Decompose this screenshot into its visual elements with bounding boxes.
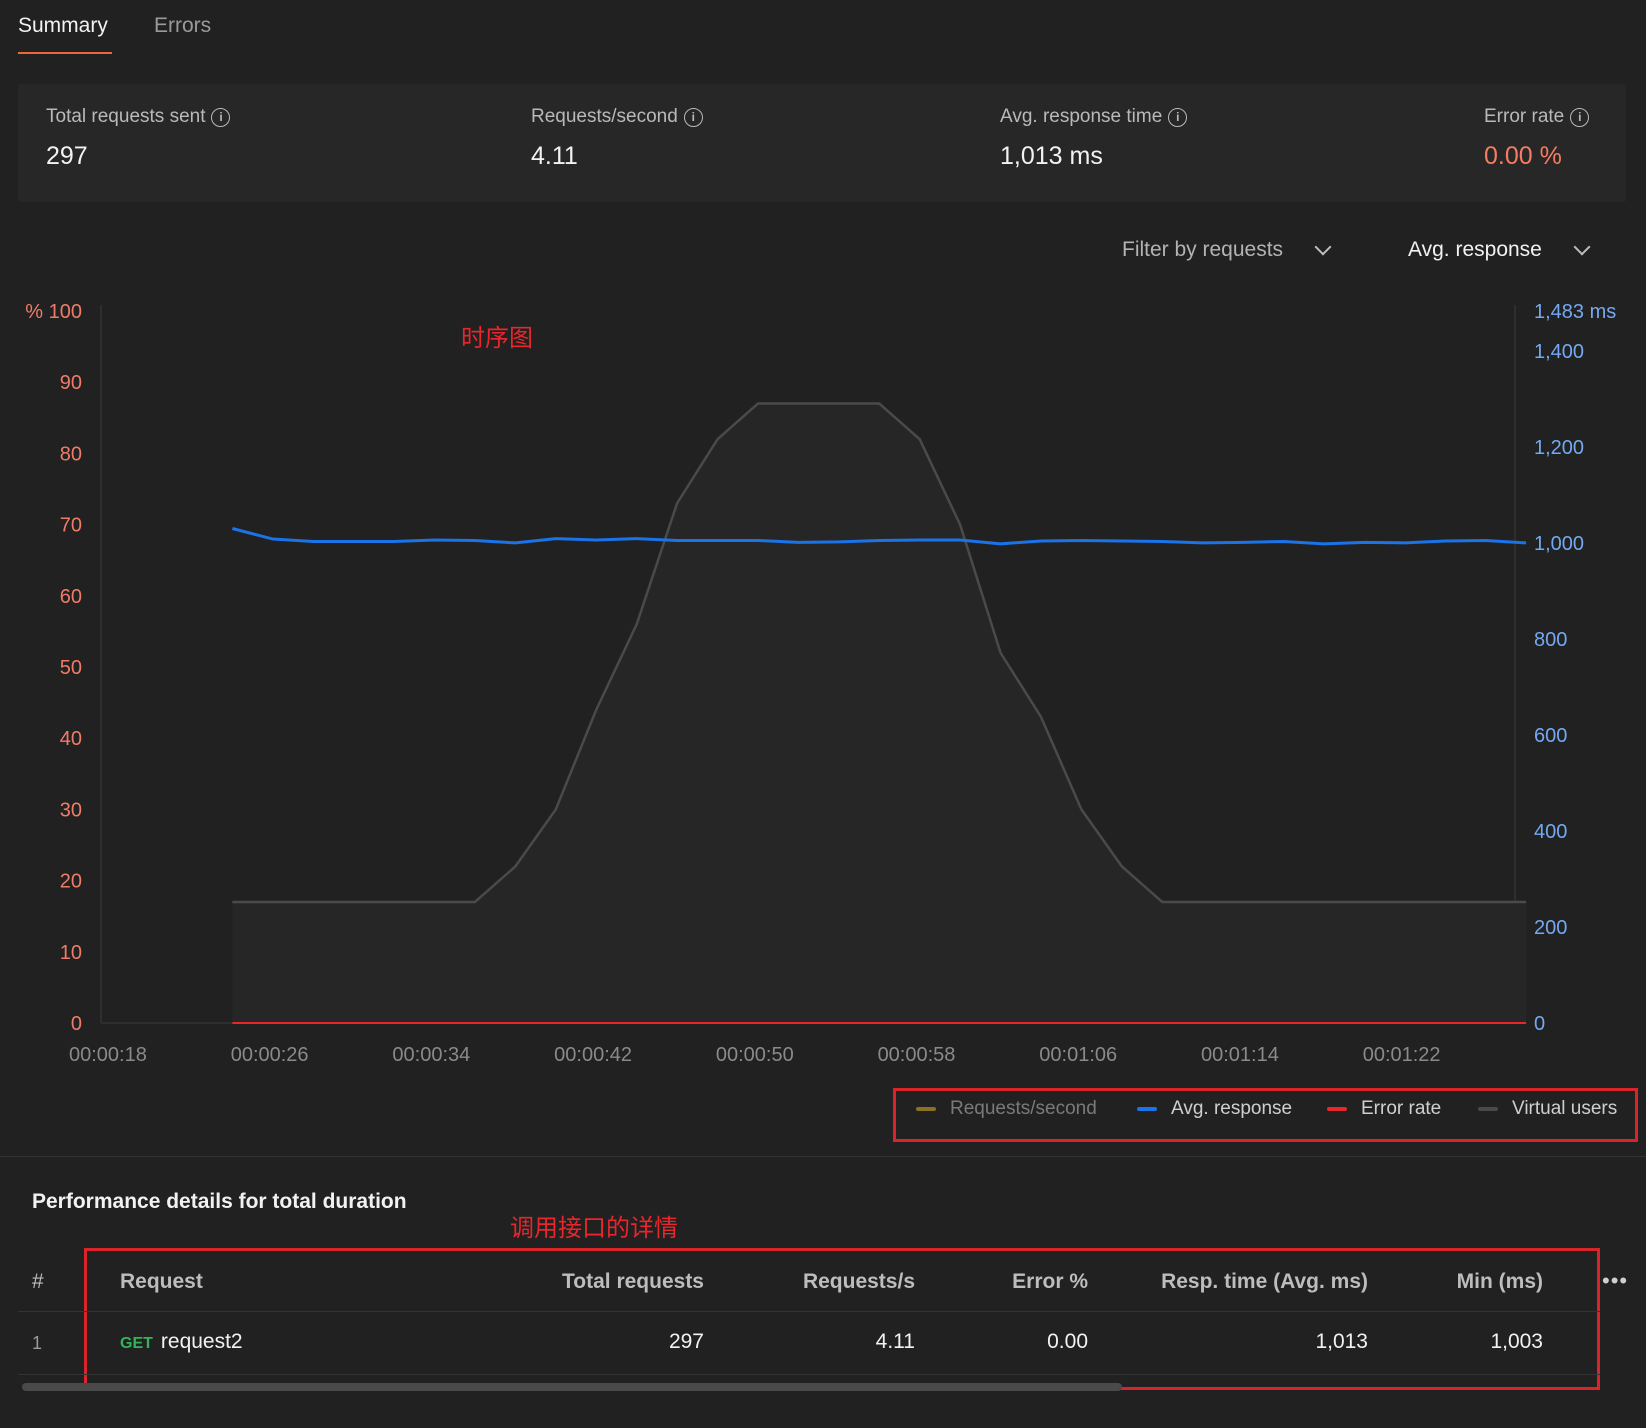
metric-avg-response-time: Avg. response time i 1,013 ms: [1000, 106, 1188, 171]
left-axis-tick-label: 0: [71, 1013, 82, 1035]
tab-summary[interactable]: Summary: [18, 14, 108, 38]
metric-value: 0.00 %: [1484, 142, 1562, 170]
left-axis-tick-label: 90: [60, 372, 82, 394]
cell-error-percent: 0.00: [1047, 1330, 1088, 1353]
row-divider: [18, 1374, 1600, 1375]
legend-item-error-rate[interactable]: Error rate: [1327, 1098, 1441, 1120]
metric-value: 4.11: [531, 142, 578, 170]
performance-title: Performance details for total duration: [32, 1190, 407, 1213]
left-axis-tick-label: 70: [60, 515, 82, 537]
legend-item-virtual-users[interactable]: Virtual users: [1478, 1098, 1617, 1120]
metric-value: 297: [46, 142, 88, 170]
horizontal-scrollbar[interactable]: [22, 1383, 1122, 1391]
legend-label: Error rate: [1361, 1098, 1442, 1119]
right-axis-tick-label: 1,200: [1534, 437, 1584, 459]
virtual-users-area: [232, 403, 1527, 1023]
chart-annotation: 时序图: [461, 325, 533, 352]
x-axis-tick-label: 00:00:42: [554, 1044, 632, 1066]
metric-label: Error rate: [1484, 106, 1565, 127]
left-axis-tick-label: 60: [60, 586, 82, 608]
legend-swatch: [916, 1107, 936, 1111]
metric-select-dropdown[interactable]: Avg. response: [1408, 238, 1591, 262]
summary-panel: Total requests sent i 297 Requests/second…: [18, 84, 1626, 202]
x-axis-tick-label: 00:00:18: [69, 1044, 147, 1066]
metric-total-requests: Total requests sent i 297: [46, 106, 231, 171]
column-header-requests-per-second[interactable]: Requests/s: [735, 1270, 915, 1294]
right-axis-max-label: 1,483 ms: [1534, 301, 1616, 323]
info-icon[interactable]: i: [211, 107, 231, 127]
x-axis-tick-label: 00:00:50: [716, 1044, 794, 1066]
left-axis-tick-label: 20: [60, 871, 82, 893]
x-axis-tick-label: 00:00:26: [231, 1044, 309, 1066]
chevron-down-icon: [1573, 238, 1591, 256]
cell-total-requests: 297: [668, 1330, 704, 1353]
request-name: request2: [160, 1330, 243, 1353]
legend-label: Requests/second: [950, 1098, 1097, 1119]
column-header-index: #: [32, 1270, 44, 1293]
legend-label: Avg. response: [1171, 1098, 1293, 1119]
metric-label: Avg. response time: [1000, 106, 1163, 127]
legend-item-requests-per-second[interactable]: Requests/second: [916, 1098, 1097, 1120]
cell-min: 1,003: [1490, 1330, 1543, 1353]
column-header-avg-response[interactable]: Resp. time (Avg. ms): [1110, 1270, 1368, 1294]
metric-error-rate: Error rate i 0.00 %: [1484, 106, 1590, 171]
dropdown-label: Filter by requests: [1122, 238, 1284, 261]
x-axis-tick-label: 00:01:22: [1363, 1044, 1441, 1066]
left-axis-tick-label: % 100: [25, 301, 82, 323]
more-options-icon[interactable]: •••: [1602, 1268, 1628, 1294]
metric-value: 1,013 ms: [1000, 142, 1103, 170]
right-axis-tick-label: 600: [1534, 725, 1567, 747]
column-header-min[interactable]: Min (ms): [1400, 1270, 1543, 1294]
info-icon[interactable]: i: [1570, 107, 1590, 127]
x-axis-tick-label: 00:01:06: [1039, 1044, 1117, 1066]
legend-label: Virtual users: [1512, 1098, 1618, 1119]
legend-swatch: [1478, 1107, 1498, 1111]
column-header-error-percent[interactable]: Error %: [950, 1270, 1088, 1294]
right-axis-tick-label: 0: [1534, 1013, 1545, 1035]
legend-item-avg-response[interactable]: Avg. response: [1137, 1098, 1292, 1120]
chevron-down-icon: [1314, 238, 1332, 256]
left-axis-tick-label: 30: [60, 799, 82, 821]
time-series-chart: 0 10 20 30 40 50 60 70 80 90 % 100 0 200 400 600 800 1,0…: [25, 301, 1616, 1066]
column-header-request[interactable]: Request: [120, 1270, 203, 1294]
filter-by-requests-dropdown[interactable]: Filter by requests: [1122, 238, 1332, 262]
info-icon[interactable]: i: [683, 107, 703, 127]
cell-requests-per-second: 4.11: [875, 1330, 915, 1353]
left-axis-tick-label: 40: [60, 728, 82, 750]
left-axis-tick-label: 50: [60, 657, 82, 679]
row-index: 1: [32, 1333, 43, 1353]
cell-avg-response: 1,013: [1315, 1330, 1368, 1353]
left-axis-tick-label: 80: [60, 443, 82, 465]
legend-swatch: [1137, 1107, 1157, 1111]
left-axis-tick-label: 10: [60, 942, 82, 964]
right-axis-tick-label: 800: [1534, 629, 1567, 651]
dropdown-label: Avg. response: [1408, 238, 1542, 261]
right-axis-tick-label: 1,400: [1534, 341, 1584, 363]
metric-label: Total requests sent: [46, 106, 206, 127]
right-axis-tick-label: 1,000: [1534, 533, 1584, 555]
right-axis-tick-label: 400: [1534, 821, 1567, 843]
request-cell[interactable]: GET request2: [120, 1330, 243, 1354]
metric-requests-per-second: Requests/second i 4.11: [531, 106, 703, 171]
tab-errors[interactable]: Errors: [154, 14, 211, 38]
table-annotation: 调用接口的详情: [510, 1215, 678, 1242]
legend-swatch: [1327, 1107, 1347, 1111]
header-row-divider: [18, 1311, 1600, 1312]
column-header-total-requests[interactable]: Total requests: [504, 1270, 704, 1294]
section-divider: [0, 1156, 1646, 1157]
x-axis-tick-label: 00:01:14: [1201, 1044, 1279, 1066]
active-tab-indicator: [18, 52, 112, 54]
metric-label: Requests/second: [531, 106, 678, 127]
http-method-badge: GET: [120, 1335, 153, 1352]
x-axis-tick-label: 00:00:34: [392, 1044, 470, 1066]
x-axis-tick-label: 00:00:58: [878, 1044, 956, 1066]
right-axis-tick-label: 200: [1534, 917, 1567, 939]
info-icon[interactable]: i: [1168, 107, 1188, 127]
